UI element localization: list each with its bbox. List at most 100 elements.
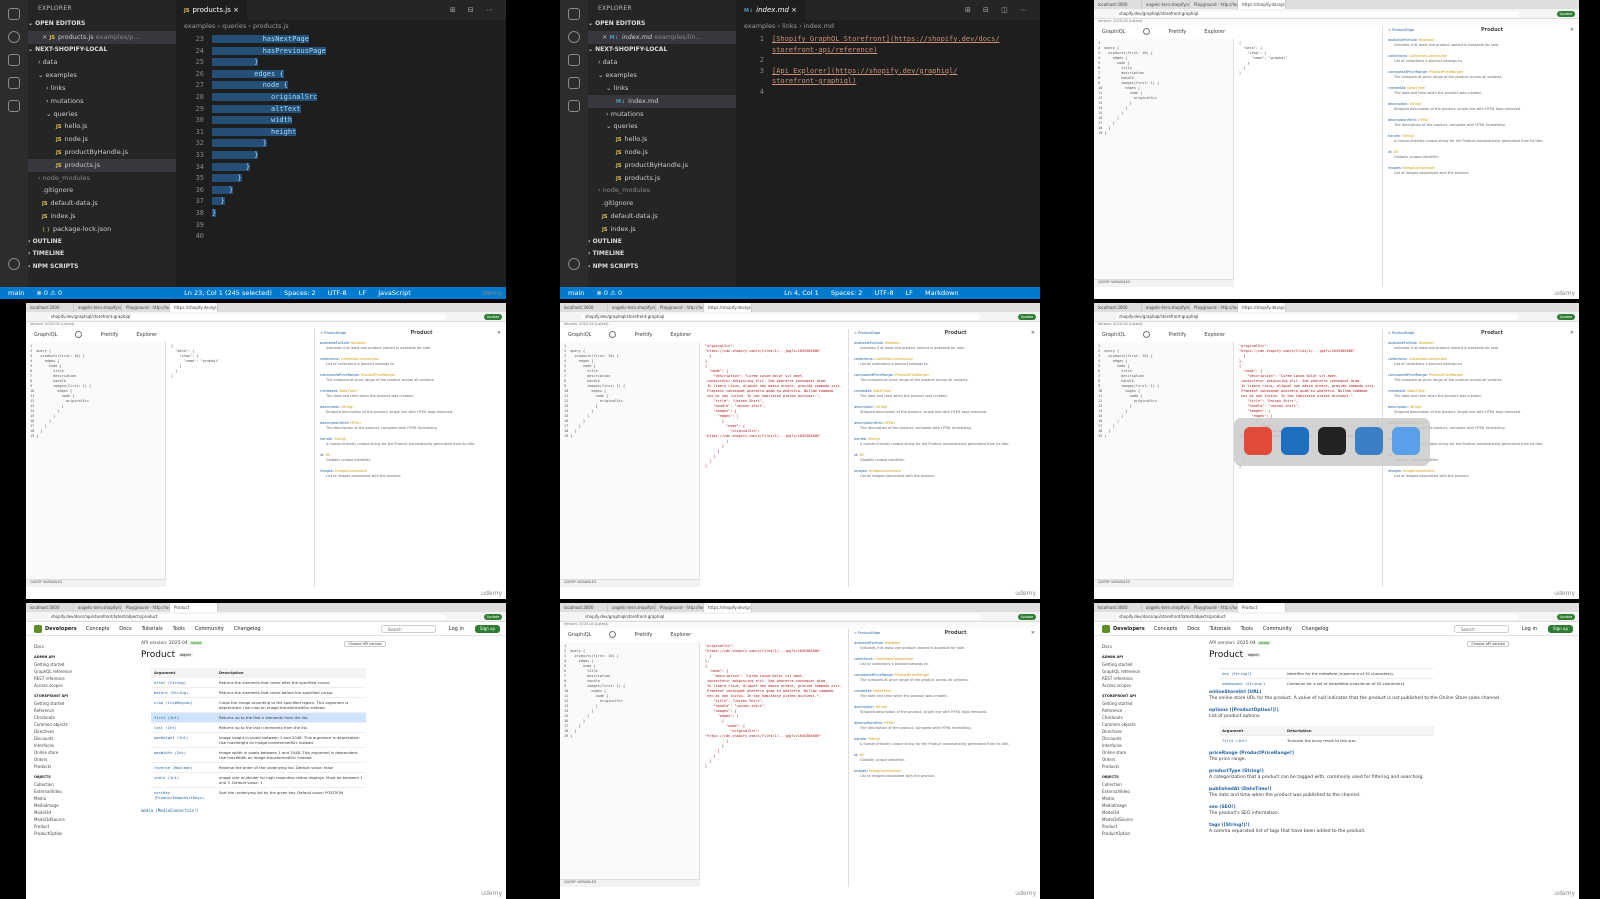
doc-field-type[interactable]: DateTime!	[873, 389, 891, 393]
docs-back-link[interactable]: < ProductEdge	[320, 331, 346, 337]
doc-field-name[interactable]: id	[1388, 150, 1391, 154]
play-icon[interactable]	[1143, 331, 1151, 338]
update-button[interactable]: Update	[1557, 11, 1575, 17]
nav-tools[interactable]: Tools	[1241, 626, 1253, 632]
timeline-section[interactable]: › TIMELINE	[588, 248, 736, 261]
media-field[interactable]: media (MediaConnection!)	[141, 808, 496, 813]
doc-field-type[interactable]: Boolean!	[1419, 38, 1435, 42]
tree-file-active[interactable]: M↓ index.md	[588, 94, 736, 108]
sidebar-item[interactable]: Discounts	[34, 735, 118, 742]
doc-field[interactable]: createdAt: DateTime! The date and time wh…	[854, 689, 1035, 700]
doc-field-type[interactable]: DateTime!	[339, 389, 357, 393]
login-link[interactable]: Log in	[449, 622, 464, 636]
argument-name[interactable]: first (Int)	[1219, 735, 1284, 745]
doc-field-type[interactable]: String!	[1410, 102, 1422, 106]
doc-field-type[interactable]: ProductPriceRange!	[361, 373, 395, 377]
sidebar-item[interactable]: Model3d	[1102, 809, 1186, 816]
run-debug-icon[interactable]	[568, 77, 580, 89]
chrome-icon[interactable]	[1244, 427, 1272, 455]
doc-field-type[interactable]: String!	[876, 705, 888, 709]
open-editors-section[interactable]: ⌄ OPEN EDITORS	[28, 18, 176, 31]
update-button[interactable]: Update	[1557, 314, 1575, 320]
query-editor[interactable]: 1 2 query { 3 products(first: 10) { 4 ed…	[1094, 39, 1234, 279]
sidebar-item[interactable]: Reference	[34, 707, 118, 714]
doc-field-name[interactable]: collections	[320, 357, 339, 361]
browser-tab[interactable]: angelic-tern.shopify.local	[608, 603, 656, 612]
tab-products-js[interactable]: JS products.js ×	[176, 0, 247, 20]
doc-field-name[interactable]: createdAt	[320, 389, 337, 393]
close-icon[interactable]: ×	[497, 330, 501, 337]
tree-file[interactable]: JS index.js	[28, 210, 176, 223]
shopify-logo[interactable]: Developers	[1102, 622, 1145, 636]
doc-field-name[interactable]: descriptionHtml	[1388, 118, 1416, 122]
code-editor[interactable]: 23 hasNextPage 24 hasPreviousPage 25 } 26 e…	[176, 32, 506, 287]
doc-field[interactable]: availableForSale: Boolean! Indicates if a…	[1388, 38, 1574, 49]
tree-folder[interactable]: › data	[28, 56, 176, 69]
browser-tab[interactable]: angelic-tern.shopify.local	[608, 303, 656, 312]
doc-field-name[interactable]: description	[854, 705, 873, 709]
doc-field-type[interactable]: HTML!	[884, 421, 895, 425]
doc-field[interactable]: description: String! Stripped description…	[854, 705, 1035, 716]
code-line[interactable]: hasPreviousPage	[212, 46, 326, 55]
choose-api-version-select[interactable]: Choose API version	[344, 641, 386, 647]
doc-field-type[interactable]: ImageConnection!	[869, 769, 901, 773]
field-name[interactable]: options ([ProductOption!]!)	[1209, 708, 1279, 713]
doc-field-type[interactable]: ImageConnection!	[335, 469, 367, 473]
sidebar-item[interactable]: Getting started	[1102, 661, 1186, 668]
doc-field-type[interactable]: ID!	[860, 753, 865, 757]
extensions-icon[interactable]	[568, 100, 580, 112]
doc-field-name[interactable]: createdAt	[854, 689, 871, 693]
run-debug-icon[interactable]	[8, 77, 20, 89]
sidebar-item[interactable]: ExternalVideo	[34, 788, 118, 795]
doc-field[interactable]: id: ID!Globally unique identifier.	[1388, 150, 1574, 161]
prettify-button[interactable]: Prettify	[1168, 29, 1186, 35]
doc-field[interactable]: compareAtPriceRange: ProductPriceRange! T…	[1388, 70, 1574, 81]
tree-folder[interactable]: › node_modules	[588, 184, 736, 197]
browser-tab[interactable]: localhost:3000	[1094, 603, 1142, 612]
argument-name[interactable]: sortKey (ProductImageSortKeys)	[151, 787, 216, 802]
sidebar-item[interactable]: Products	[1102, 763, 1186, 770]
doc-field-name[interactable]: images	[854, 469, 867, 473]
sidebar-item[interactable]: REST reference	[34, 675, 118, 682]
doc-field-type[interactable]: Boolean!	[885, 341, 901, 345]
play-icon[interactable]	[609, 331, 617, 338]
doc-field-type[interactable]: String!	[1410, 405, 1422, 409]
code-line[interactable]: }	[212, 151, 259, 159]
docs-back-link[interactable]: < ProductEdge	[1388, 331, 1414, 337]
doc-field[interactable]: collections: CollectionConnection! List o…	[854, 657, 1035, 668]
tree-file[interactable]: JS products.js	[588, 172, 736, 185]
docs-back-link[interactable]: < ProductEdge	[854, 631, 880, 637]
code-line[interactable]: }	[212, 139, 267, 148]
browser-tab[interactable]: Playground - http://localhost	[1190, 303, 1238, 312]
nav-changelog[interactable]: Changelog	[234, 626, 261, 632]
doc-field[interactable]: id: ID!Globally unique identifier.	[320, 453, 501, 464]
doc-field[interactable]: collections: CollectionConnection! List o…	[320, 357, 501, 368]
doc-field[interactable]: availableForSale: Boolean! Indicates if a…	[854, 341, 1035, 352]
doc-field[interactable]: handle: String!A human-friendly unique s…	[854, 437, 1035, 448]
nav-community[interactable]: Community	[1263, 626, 1292, 632]
doc-field[interactable]: images: ImageConnection! List of images a…	[854, 769, 1035, 780]
shopify-logo[interactable]: Developers	[34, 622, 77, 636]
sidebar-item[interactable]: Orders	[1102, 756, 1186, 763]
doc-field[interactable]: images: ImageConnection! List of images a…	[1388, 166, 1574, 177]
tree-file[interactable]: JS node.js	[28, 133, 176, 146]
doc-field-name[interactable]: availableForSale	[854, 341, 883, 345]
tree-folder[interactable]: › mutations	[588, 108, 736, 121]
tree-file[interactable]: JS hello.js	[28, 120, 176, 133]
sidebar-item[interactable]: Online store	[34, 749, 118, 756]
sidebar-item[interactable]: REST reference	[1102, 675, 1186, 682]
doc-field-type[interactable]: ImageConnection!	[1403, 469, 1435, 473]
doc-field-type[interactable]: DateTime!	[1407, 86, 1425, 90]
doc-field-name[interactable]: images	[1388, 469, 1401, 473]
doc-field[interactable]: availableForSale: Boolean! Indicates if a…	[1388, 341, 1574, 352]
argument-name[interactable]: first (Int)	[151, 712, 216, 723]
field-name[interactable]: priceRange (ProductPriceRange!)	[1209, 751, 1294, 756]
doc-field-name[interactable]: collections	[1388, 357, 1407, 361]
sidebar-item[interactable]: ProductOption	[1102, 830, 1186, 837]
doc-field-name[interactable]: descriptionHtml	[854, 421, 882, 425]
field-name[interactable]: publishedAt (DateTime!)	[1209, 787, 1272, 792]
code-line[interactable]: node {	[212, 81, 288, 90]
close-icon[interactable]: ×	[1570, 330, 1574, 337]
cursor-position[interactable]: Ln 23, Col 1 (245 selected)	[184, 289, 272, 297]
field-name[interactable]: onlineStoreUrl (URL)	[1209, 690, 1261, 695]
